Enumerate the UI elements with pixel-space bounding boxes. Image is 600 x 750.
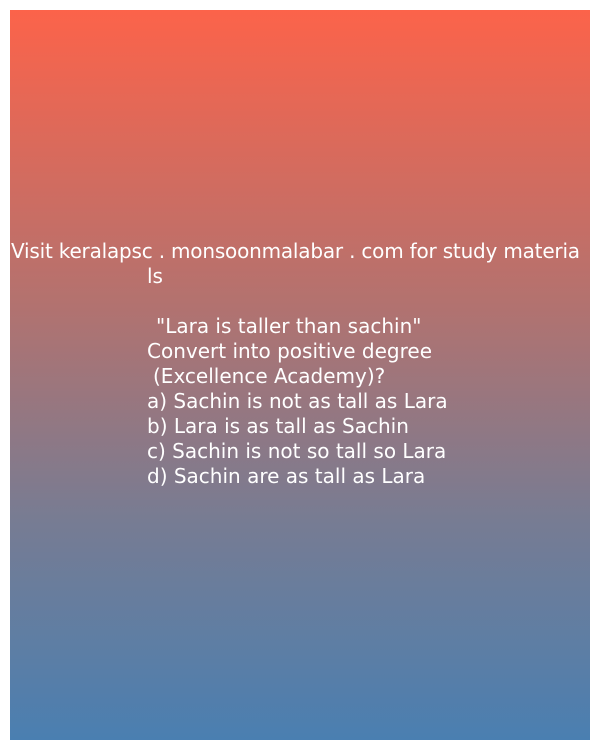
option-b: b) Lara is as tall as Sachin: [147, 414, 409, 438]
question-text-block: Visit keralapsc . monsoonmalabar . com f…: [10, 239, 590, 489]
option-d: d) Sachin are as tall as Lara: [147, 464, 426, 488]
promo-line-2: ls: [147, 264, 163, 288]
question-quote: "Lara is taller than sachin": [156, 314, 422, 338]
question-card: Visit keralapsc . monsoonmalabar . com f…: [10, 10, 590, 740]
question-instruction: Convert into positive degree: [147, 339, 432, 363]
question-source: (Excellence Academy)?: [153, 364, 386, 388]
promo-line-1: Visit keralapsc . monsoonmalabar . com f…: [11, 239, 580, 263]
option-c: c) Sachin is not so tall so Lara: [147, 439, 447, 463]
option-a: a) Sachin is not as tall as Lara: [147, 389, 448, 413]
